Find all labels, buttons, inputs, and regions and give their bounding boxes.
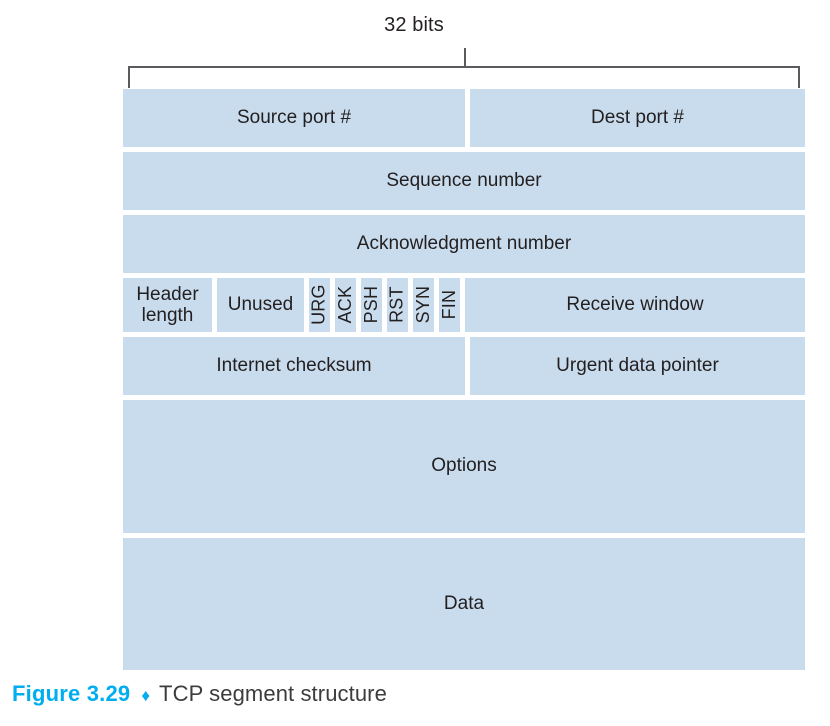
- flag-ack-label: ACK: [335, 286, 355, 324]
- table-row-checksum: Internet checksum Urgent data pointer: [123, 337, 805, 395]
- flag-fin: FIN: [439, 278, 460, 332]
- field-dest-port: Dest port #: [470, 89, 805, 147]
- bracket-tick-right: [798, 66, 800, 88]
- field-data: Data: [123, 538, 805, 670]
- flag-syn-label: SYN: [413, 286, 433, 324]
- diamond-icon: ♦: [141, 686, 151, 705]
- flag-rst-label: RST: [387, 286, 407, 324]
- tcp-segment-figure: 32 bits Source port # Dest port # Sequen…: [0, 0, 830, 670]
- table-row-options: Options: [123, 400, 805, 533]
- table-row-sequence-number: Sequence number: [123, 152, 805, 210]
- segment-table: Source port # Dest port # Sequence numbe…: [123, 89, 805, 675]
- field-internet-checksum: Internet checksum: [123, 337, 465, 395]
- field-unused: Unused: [217, 278, 304, 332]
- bit-width-text: 32 bits: [384, 14, 444, 36]
- bracket-tick-left: [128, 66, 130, 88]
- figure-title: TCP segment structure: [159, 681, 387, 706]
- field-urgent-data-pointer: Urgent data pointer: [470, 337, 805, 395]
- header-length-line-1: Header: [136, 283, 199, 305]
- table-row-data: Data: [123, 538, 805, 670]
- flag-urg: URG: [309, 278, 330, 332]
- flag-psh-label: PSH: [361, 286, 381, 324]
- table-row-flags: Header length Unused URG ACK PSH RST SYN…: [123, 278, 805, 332]
- table-row-acknowledgment-number: Acknowledgment number: [123, 215, 805, 273]
- bit-width-label: 32 bits: [0, 14, 830, 37]
- flag-rst: RST: [387, 278, 408, 332]
- table-row-ports: Source port # Dest port #: [123, 89, 805, 147]
- flag-urg-label: URG: [309, 284, 329, 326]
- field-header-length: Header length: [123, 278, 212, 332]
- header-length-line-2: length: [141, 305, 194, 326]
- field-sequence-number: Sequence number: [123, 152, 805, 210]
- flag-fin-label: FIN: [439, 290, 459, 320]
- field-acknowledgment-number: Acknowledgment number: [123, 215, 805, 273]
- bracket-bar: [128, 66, 800, 68]
- bracket-tick-center: [464, 48, 466, 66]
- width-bracket: [128, 48, 800, 88]
- field-source-port: Source port #: [123, 89, 465, 147]
- figure-caption: Figure 3.29 ♦ TCP segment structure: [12, 681, 387, 707]
- figure-number: Figure 3.29: [12, 681, 131, 706]
- flag-syn: SYN: [413, 278, 434, 332]
- flag-ack: ACK: [335, 278, 356, 332]
- field-receive-window: Receive window: [465, 278, 805, 332]
- field-options: Options: [123, 400, 805, 533]
- flag-psh: PSH: [361, 278, 382, 332]
